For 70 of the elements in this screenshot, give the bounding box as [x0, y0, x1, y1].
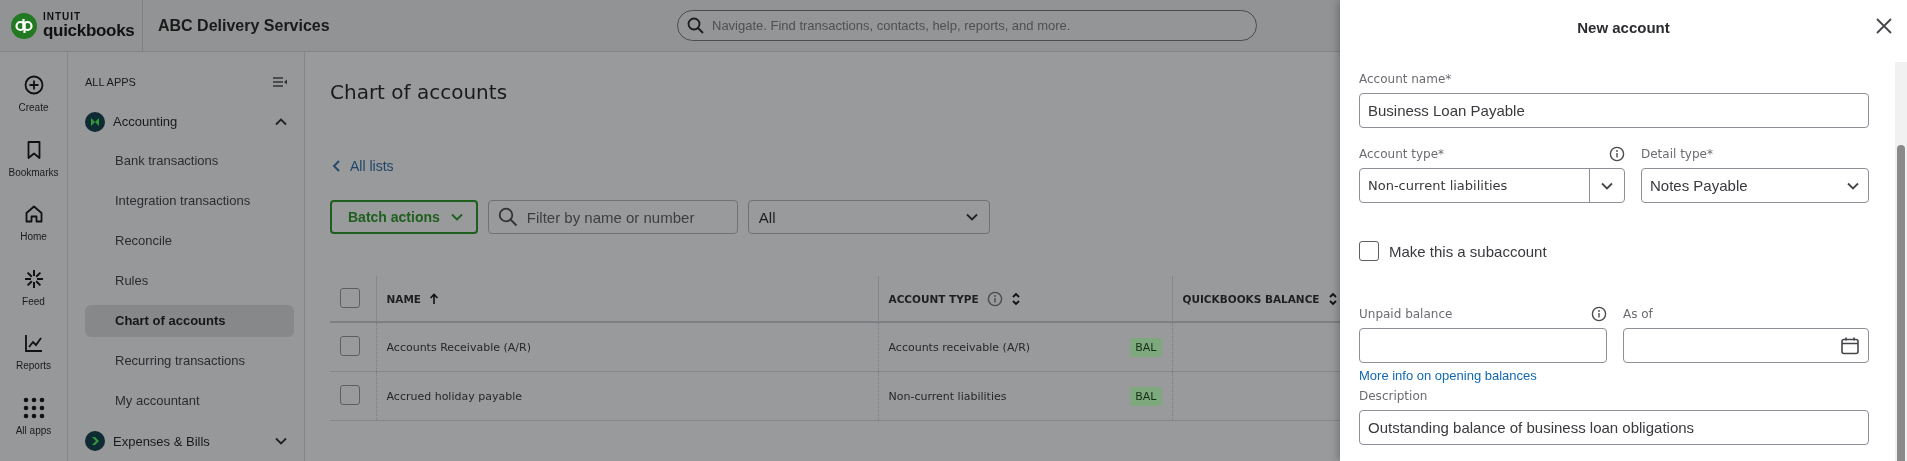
nav-item[interactable]: Integration transactions [85, 185, 294, 218]
column-header[interactable]: QUICKBOOKS BALANCE [1182, 292, 1320, 305]
checkbox[interactable] [340, 287, 360, 308]
unpaid-balance-field[interactable] [1359, 328, 1607, 363]
line-chart-icon [22, 332, 45, 354]
rail-apps-button[interactable]: All apps [0, 396, 67, 461]
collapse-menu-icon[interactable] [272, 75, 288, 88]
sort-icon[interactable] [1327, 291, 1338, 306]
field-label: Account type* [1359, 147, 1445, 161]
company-name: ABC Delivery Services [158, 16, 330, 35]
column-header[interactable]: NAME [386, 292, 422, 305]
checkbox[interactable] [340, 335, 360, 356]
logo-brand: INTUIT [43, 12, 83, 22]
rail-create-button[interactable]: Create [0, 74, 67, 139]
bal-tag: BAL [1130, 386, 1162, 406]
account-type-select[interactable]: Non-current liabilities [1359, 168, 1625, 203]
description-field[interactable]: Outstanding balance of business loan obligations [1359, 410, 1869, 445]
info-icon[interactable] [1591, 306, 1607, 322]
table-cell: Accrued holiday payable [386, 389, 522, 403]
field-label: As of [1623, 307, 1653, 321]
close-icon [1875, 17, 1893, 35]
calendar-icon[interactable] [1840, 335, 1860, 356]
sort-arrow-icon[interactable] [429, 292, 440, 305]
help-icon[interactable] [986, 290, 1003, 307]
app-icon [85, 111, 105, 132]
table-cell: Accounts Receivable (A/R) [386, 340, 531, 354]
field-label: Description [1359, 389, 1428, 403]
table-cell: Non-current liabilities [888, 389, 1007, 403]
sort-icon[interactable] [1010, 291, 1021, 306]
app-icon [85, 431, 105, 452]
nav-item[interactable]: Bank transactions [85, 145, 294, 178]
search-field[interactable]: Navigate. Find transactions, contacts, help, reports, and more. [677, 10, 1257, 41]
nav-item[interactable]: Chart of accounts [85, 305, 294, 338]
logo-product: quickbooks [43, 22, 135, 39]
rail-bookmarks-button[interactable]: Bookmarks [0, 138, 67, 203]
opening-balances-link[interactable]: More info on opening balances [1359, 368, 1537, 383]
plus-circle-icon [22, 74, 45, 96]
type-filter-select[interactable]: All [747, 200, 990, 234]
field-label: Account name* [1359, 72, 1452, 86]
search-icon [497, 207, 518, 227]
column-header[interactable]: ACCOUNT TYPE [888, 292, 979, 305]
checkbox[interactable] [1359, 241, 1379, 261]
bal-tag: BAL [1130, 337, 1162, 357]
filter-field[interactable]: Filter by name or number [487, 200, 738, 234]
section-heading: ALL APPS [85, 75, 136, 88]
grid-icon [22, 396, 45, 419]
account-name-field[interactable]: Business Loan Payable [1359, 93, 1869, 128]
field-label: Detail type* [1641, 147, 1713, 161]
burst-icon [22, 267, 45, 290]
table-cell: Accounts receivable (A/R) [888, 340, 1031, 354]
nav-item[interactable]: Rules [85, 265, 294, 298]
logo-icon [11, 12, 37, 39]
drawer-title: New account [1577, 19, 1670, 36]
info-icon[interactable] [1609, 146, 1625, 162]
nav-item[interactable]: My accountant [85, 385, 294, 418]
checkbox[interactable] [340, 384, 360, 405]
as-of-date-field[interactable] [1623, 328, 1869, 363]
scrollbar[interactable] [1895, 62, 1907, 461]
all-lists-link[interactable]: All lists [330, 156, 394, 176]
nav-section[interactable]: Accounting [85, 101, 294, 142]
checkbox-label: Make this a subaccount [1389, 242, 1547, 260]
nav-section[interactable]: Expenses & Bills [85, 421, 294, 461]
rail-reports-button[interactable]: Reports [0, 332, 67, 397]
nav-item[interactable]: Recurring transactions [85, 345, 294, 378]
nav-item[interactable]: Reconcile [85, 225, 294, 258]
page-title: Chart of accounts [330, 80, 509, 106]
field-label: Unpaid balance [1359, 307, 1453, 321]
rail-feed-button[interactable]: Feed [0, 267, 67, 332]
detail-type-select[interactable]: Notes Payable [1641, 168, 1869, 203]
rail-home-button[interactable]: Home [0, 203, 67, 268]
